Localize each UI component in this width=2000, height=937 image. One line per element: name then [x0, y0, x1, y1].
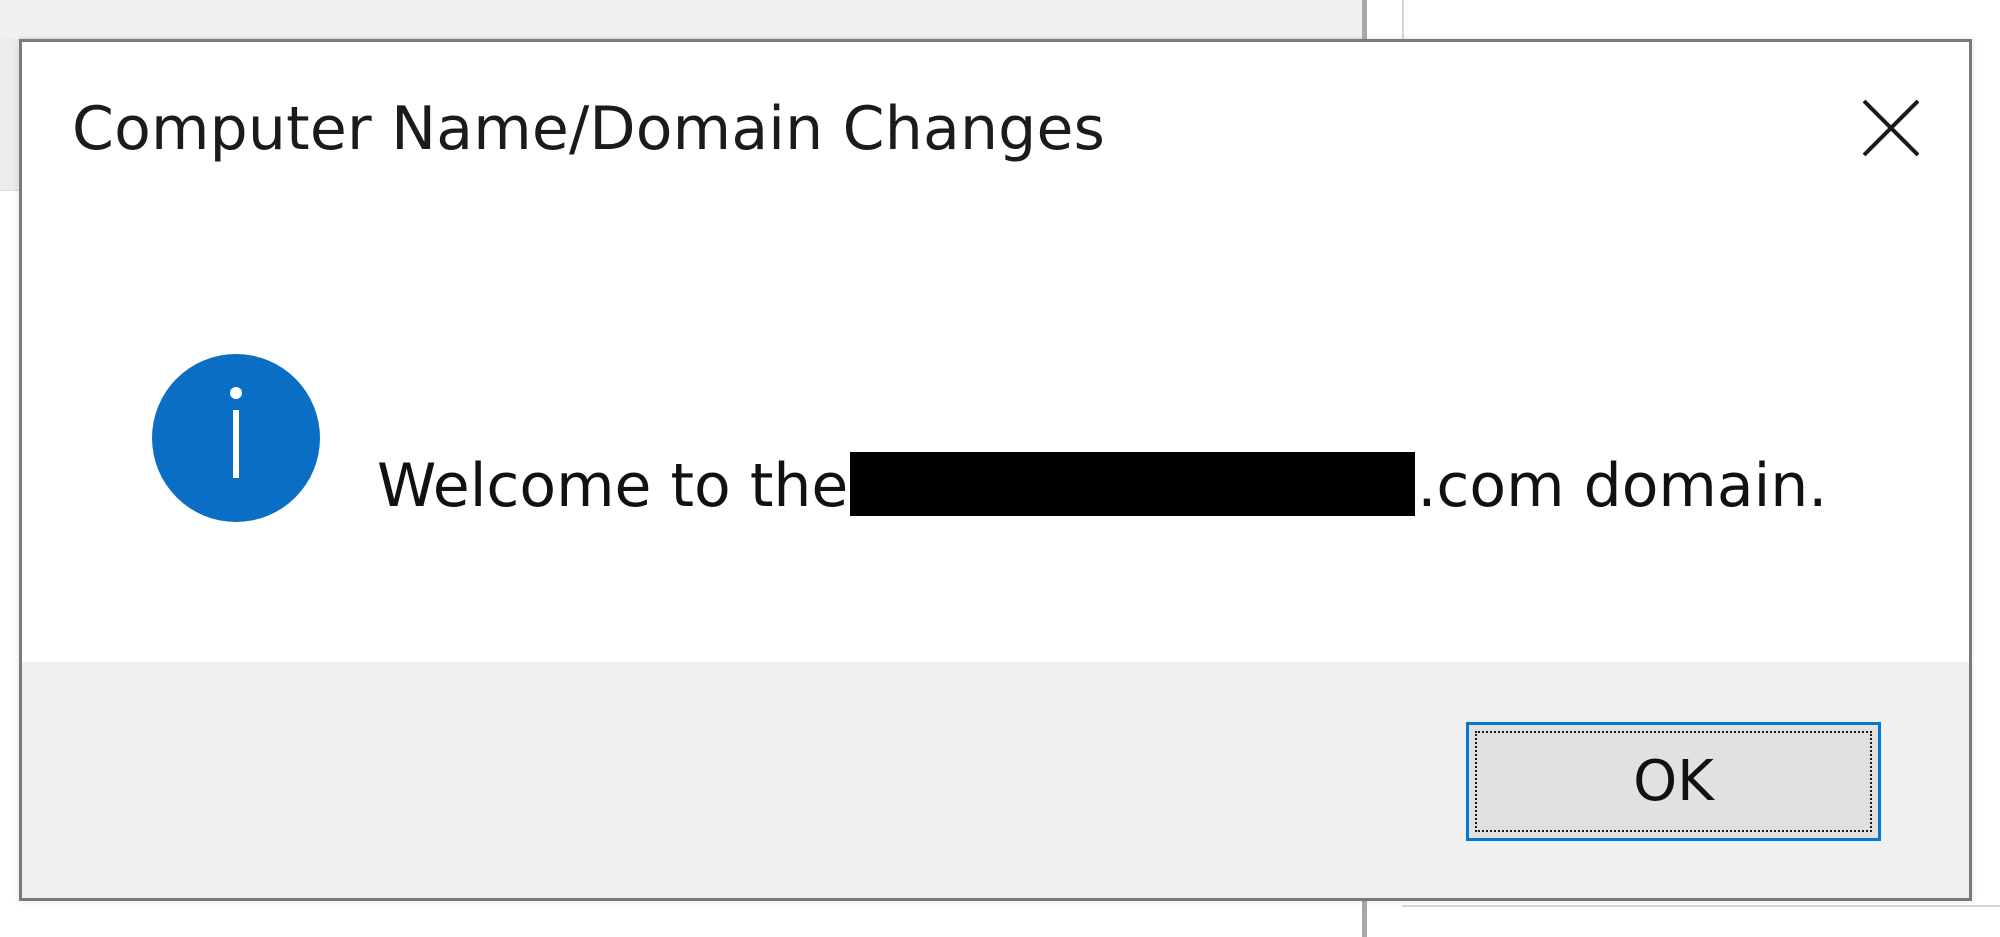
ok-button[interactable]: OK — [1466, 722, 1881, 841]
message-suffix: .com domain. — [1417, 451, 1828, 521]
background-window-edge — [1402, 0, 1404, 40]
dialog-title: Computer Name/Domain Changes — [72, 94, 1106, 164]
message-prefix: Welcome to the — [377, 451, 849, 521]
redacted-domain-block — [850, 452, 1416, 516]
close-button[interactable] — [1853, 90, 1929, 166]
background-window-panel — [0, 38, 20, 191]
message-text: Welcome to the .com domain. — [377, 442, 1827, 521]
background-window-divider-lower — [1362, 900, 1367, 937]
close-icon — [1862, 99, 1920, 157]
desktop-background: Computer Name/Domain Changes Welcome to … — [0, 0, 2000, 937]
background-window-divider — [1362, 0, 1367, 40]
info-icon — [152, 354, 320, 522]
background-window-bottom — [1402, 905, 2000, 937]
ok-button-label: OK — [1633, 749, 1714, 814]
background-window-toolbar — [0, 0, 1362, 39]
message-dialog: Computer Name/Domain Changes Welcome to … — [19, 39, 1972, 901]
